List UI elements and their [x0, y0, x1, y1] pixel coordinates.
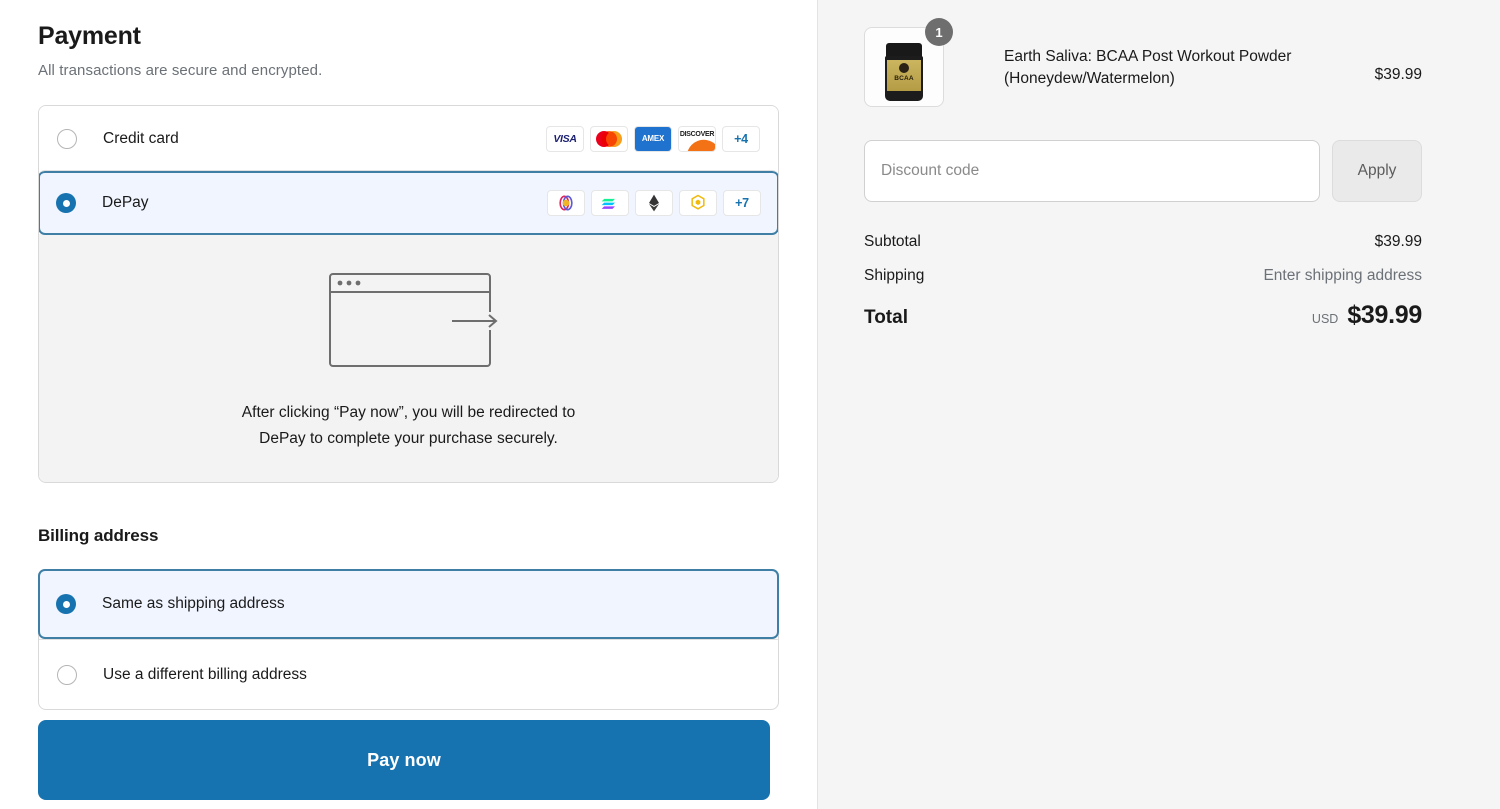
product-title-line-1: Earth Saliva: BCAA Post Workout Powder — [1004, 48, 1292, 65]
payment-method-depay[interactable]: DePay +7 — [39, 170, 778, 235]
quantity-badge: 1 — [925, 18, 953, 46]
radio-credit-card[interactable] — [57, 128, 77, 149]
mastercard-icon — [590, 125, 628, 152]
subtotal-label: Subtotal — [864, 233, 921, 250]
browser-redirect-icon — [328, 273, 502, 367]
polygon-icon-svg — [559, 195, 573, 211]
product-price: $39.99 — [1374, 66, 1422, 83]
redirect-notice: After clicking “Pay now”, you will be re… — [59, 400, 758, 452]
total-label: Total — [864, 307, 908, 328]
product-thumb-label: BCAA — [894, 75, 914, 82]
bnb-icon-svg — [691, 194, 705, 210]
pay-now-button[interactable]: Pay now — [38, 720, 770, 800]
payment-method-credit-card[interactable]: Credit card VISA AMEX DISCOVER +4 — [39, 106, 778, 171]
payment-column: Payment All transactions are secure and … — [0, 0, 818, 809]
discover-icon: DISCOVER — [678, 125, 716, 152]
total-row: Total USD $39.99 — [864, 301, 1422, 330]
payment-methods-card: Credit card VISA AMEX DISCOVER +4 DePay — [38, 105, 779, 484]
shipping-label: Shipping — [864, 267, 925, 284]
more-crypto-brands-badge[interactable]: +7 — [723, 190, 761, 216]
shipping-row: Shipping Enter shipping address — [864, 267, 1422, 285]
amex-icon: AMEX — [634, 125, 672, 152]
bnb-icon — [679, 190, 717, 216]
order-totals: Subtotal $39.99 Shipping Enter shipping … — [864, 233, 1422, 330]
radio-different-billing[interactable] — [57, 664, 77, 685]
billing-options-card: Same as shipping address Use a different… — [38, 569, 779, 711]
ethereum-icon-svg — [649, 194, 659, 212]
apply-discount-button[interactable]: Apply — [1332, 140, 1422, 202]
subtotal-value: $39.99 — [1374, 233, 1422, 250]
visa-icon: VISA — [546, 125, 584, 152]
redirect-illustration — [59, 268, 758, 374]
more-card-brands-badge[interactable]: +4 — [722, 125, 760, 152]
radio-same-as-shipping[interactable] — [56, 594, 76, 615]
polygon-icon — [547, 190, 585, 216]
order-line-item: BCAA 1 Earth Saliva: BCAA Post Workout P… — [864, 18, 1422, 107]
billing-option-label: Same as shipping address — [102, 595, 285, 613]
depay-redirect-panel: After clicking “Pay now”, you will be re… — [39, 234, 778, 483]
ethereum-icon — [635, 190, 673, 216]
total-currency: USD — [1311, 312, 1339, 326]
redirect-notice-line-2: DePay to complete your purchase securely… — [259, 430, 558, 448]
crypto-brand-list: +7 — [547, 190, 761, 216]
bcaa-jar-image: BCAA — [885, 43, 923, 101]
order-summary-column: BCAA 1 Earth Saliva: BCAA Post Workout P… — [818, 0, 1500, 809]
payment-method-label: Credit card — [103, 129, 179, 147]
product-title: Earth Saliva: BCAA Post Workout Powder (… — [1004, 46, 1375, 91]
redirect-notice-line-1: After clicking “Pay now”, you will be re… — [241, 404, 576, 421]
discount-row: Apply — [864, 140, 1422, 202]
billing-address-title: Billing address — [38, 526, 159, 546]
solana-icon-svg — [601, 198, 615, 209]
discount-code-input[interactable] — [864, 140, 1320, 202]
product-variant-line: (Honeydew/Watermelon) — [1004, 70, 1175, 88]
checkout-page: Payment All transactions are secure and … — [0, 0, 1500, 809]
credit-card-brand-list: VISA AMEX DISCOVER +4 — [546, 125, 760, 152]
shipping-value: Enter shipping address — [1263, 267, 1422, 284]
page-title: Payment — [38, 22, 141, 50]
billing-option-different-address[interactable]: Use a different billing address — [39, 639, 778, 709]
product-thumbnail-wrap: BCAA 1 — [864, 18, 953, 107]
billing-option-same-as-shipping[interactable]: Same as shipping address — [38, 569, 779, 640]
subtotal-row: Subtotal $39.99 — [864, 233, 1422, 251]
total-amount: $39.99 — [1347, 301, 1422, 329]
solana-icon — [591, 190, 629, 216]
payment-method-label: DePay — [102, 194, 149, 211]
billing-option-label: Use a different billing address — [103, 665, 307, 683]
radio-depay[interactable] — [56, 193, 76, 213]
payment-subtitle: All transactions are secure and encrypte… — [38, 62, 323, 79]
